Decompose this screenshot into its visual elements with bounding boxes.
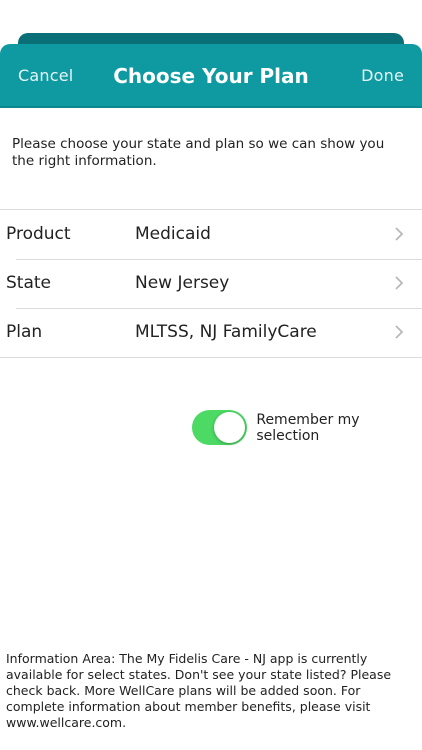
remember-selection-label: Remember my selection [256,411,360,444]
row-label: Plan [6,322,43,342]
remember-selection-toggle[interactable] [192,410,248,445]
done-button[interactable]: Done [361,66,404,85]
chevron-right-icon [395,325,404,339]
toggle-knob [214,412,246,443]
state-row[interactable]: State New Jersey [0,259,422,308]
chevron-right-icon [395,227,404,241]
intro-text: Please choose your state and plan so we … [12,136,385,169]
plan-row[interactable]: Plan MLTSS, NJ FamilyCare [0,308,422,357]
row-value: Medicaid [135,224,211,244]
selection-list: Product Medicaid State New Jersey Plan M… [0,209,422,358]
chevron-right-icon [395,276,404,290]
row-label: Product [6,224,71,244]
remember-selection-control: Remember my selection [192,410,422,445]
page-title: Choose Your Plan [113,64,309,88]
row-label: State [6,273,51,293]
information-area: Information Area: The My Fidelis Care - … [6,651,392,730]
row-value: New Jersey [135,273,230,293]
navigation-bar: Cancel Choose Your Plan Done [0,44,422,106]
product-row[interactable]: Product Medicaid [0,210,422,259]
row-value: MLTSS, NJ FamilyCare [135,322,317,342]
